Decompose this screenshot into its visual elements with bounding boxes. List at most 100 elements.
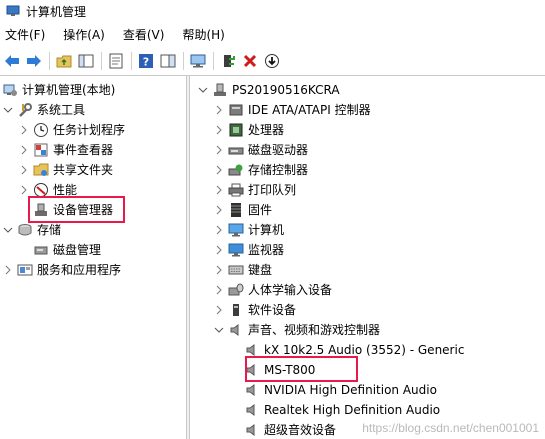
- device-category-label: 人体学输入设备: [248, 283, 333, 297]
- chevron-right-icon[interactable]: [213, 184, 225, 196]
- device-category[interactable]: 存储控制器: [213, 160, 308, 180]
- show-hide-tree-icon[interactable]: [77, 52, 95, 70]
- device-category[interactable]: IDE ATA/ATAPI 控制器: [213, 100, 371, 120]
- tree-label-storage: 存储: [37, 223, 62, 237]
- device-category-label: 声音、视频和游戏控制器: [248, 323, 381, 337]
- title-bar: 计算机管理: [0, 0, 545, 22]
- software-device-icon: [228, 302, 244, 318]
- chevron-right-icon[interactable]: [213, 304, 225, 316]
- chevron-right-icon[interactable]: [18, 124, 30, 136]
- audio-device-label: NVIDIA High Definition Audio: [264, 383, 437, 397]
- device-category-label: 键盘: [248, 263, 273, 277]
- firmware-icon: [228, 202, 244, 218]
- disk-drive-icon: [228, 142, 244, 158]
- tree-item-system-tools[interactable]: 系统工具: [2, 100, 85, 120]
- printer-icon: [228, 182, 244, 198]
- device-category[interactable]: 计算机: [213, 220, 284, 240]
- monitor-scan-icon[interactable]: [189, 52, 207, 70]
- storage-icon: [17, 222, 33, 238]
- tree-item-shared-folders[interactable]: 共享文件夹: [18, 160, 113, 180]
- hid-icon: [228, 282, 244, 298]
- chevron-down-icon[interactable]: [213, 324, 225, 336]
- update-driver-icon[interactable]: [219, 52, 237, 70]
- device-category[interactable]: 磁盘驱动器: [213, 140, 308, 160]
- chevron-right-icon[interactable]: [213, 284, 225, 296]
- navigation-tree: 计算机管理(本地) 系统工具 任务计划程序 事件查看器 共享文件夹 性能 设备管…: [0, 76, 186, 439]
- clock-icon: [33, 122, 49, 138]
- highlight-box-device-manager: [28, 196, 125, 223]
- tree-label-services-apps: 服务和应用程序: [37, 263, 122, 277]
- device-category[interactable]: 键盘: [213, 260, 272, 280]
- tree-item-services-apps[interactable]: 服务和应用程序: [2, 260, 121, 280]
- device-category-label: 磁盘驱动器: [248, 143, 309, 157]
- help-icon[interactable]: ?: [137, 52, 155, 70]
- computer-tower-icon: [212, 82, 228, 98]
- menu-view[interactable]: 查看(V): [120, 25, 170, 45]
- up-folder-icon[interactable]: [55, 52, 73, 70]
- disk-management-icon: [33, 242, 49, 258]
- chevron-right-icon[interactable]: [213, 224, 225, 236]
- device-category[interactable]: 固件: [213, 200, 272, 220]
- device-category-label: 软件设备: [248, 303, 297, 317]
- menu-file[interactable]: 文件(F): [2, 25, 50, 45]
- window-title: 计算机管理: [26, 4, 87, 19]
- device-category-label: 计算机: [248, 223, 285, 237]
- chevron-down-icon[interactable]: [2, 224, 14, 236]
- device-category[interactable]: 处理器: [213, 120, 284, 140]
- tree-item-root[interactable]: 计算机管理(本地): [2, 80, 115, 100]
- chevron-right-icon[interactable]: [213, 264, 225, 276]
- device-category[interactable]: 打印队列: [213, 180, 296, 200]
- chevron-right-icon[interactable]: [18, 164, 30, 176]
- speaker-icon: [244, 422, 260, 438]
- properties-icon[interactable]: [107, 52, 125, 70]
- event-viewer-icon: [33, 142, 49, 158]
- watermark: https://blog.csdn.net/chen001001: [362, 421, 539, 435]
- services-icon: [17, 262, 33, 278]
- toolbar-separator: [183, 52, 184, 70]
- device-category[interactable]: 监视器: [213, 240, 284, 260]
- tree-label-event-viewer: 事件查看器: [53, 143, 114, 157]
- chevron-right-icon[interactable]: [18, 144, 30, 156]
- chevron-right-icon[interactable]: [213, 244, 225, 256]
- chevron-right-icon[interactable]: [213, 104, 225, 116]
- chevron-right-icon[interactable]: [213, 124, 225, 136]
- toolbar-separator: [101, 52, 102, 70]
- tree-label-disk-management: 磁盘管理: [53, 243, 102, 257]
- action-pane-icon[interactable]: [159, 52, 177, 70]
- ide-controller-icon: [228, 102, 244, 118]
- tree-item-disk-management[interactable]: 磁盘管理: [33, 240, 101, 260]
- chevron-right-icon[interactable]: [213, 144, 225, 156]
- device-category-label: IDE ATA/ATAPI 控制器: [248, 103, 371, 117]
- device-tree-root[interactable]: PS20190516KCRA: [197, 80, 340, 100]
- menu-action[interactable]: 操作(A): [60, 25, 110, 45]
- shared-folder-icon: [33, 162, 49, 178]
- device-tree: PS20190516KCRA IDE ATA/ATAPI 控制器 处理器 磁盘驱…: [190, 76, 545, 439]
- device-category-audio[interactable]: 声音、视频和游戏控制器: [213, 320, 380, 340]
- highlight-box-ms-t800: [245, 356, 358, 382]
- device-category[interactable]: 人体学输入设备: [213, 280, 332, 300]
- back-arrow-icon[interactable]: [3, 52, 21, 70]
- tree-item-event-viewer[interactable]: 事件查看器: [18, 140, 113, 160]
- toolbar-separator: [131, 52, 132, 70]
- forward-arrow-icon[interactable]: [25, 52, 43, 70]
- chevron-right-icon[interactable]: [213, 204, 225, 216]
- uninstall-x-icon[interactable]: [241, 52, 259, 70]
- chevron-right-icon[interactable]: [213, 164, 225, 176]
- device-tree-computer-name: PS20190516KCRA: [232, 83, 340, 97]
- toolbar-separator: [213, 52, 214, 70]
- tree-label-shared-folders: 共享文件夹: [53, 163, 114, 177]
- tree-item-storage[interactable]: 存储: [2, 220, 61, 240]
- audio-device-item[interactable]: NVIDIA High Definition Audio: [244, 380, 437, 400]
- chevron-down-icon[interactable]: [197, 84, 209, 96]
- download-arrow-icon[interactable]: [263, 52, 281, 70]
- tree-item-task-scheduler[interactable]: 任务计划程序: [18, 120, 125, 140]
- chevron-right-icon[interactable]: [2, 264, 14, 276]
- chevron-right-icon[interactable]: [18, 184, 30, 196]
- chevron-down-icon[interactable]: [2, 104, 14, 116]
- device-category-label: 固件: [248, 203, 273, 217]
- audio-device-item[interactable]: 超级音效设备: [244, 420, 336, 439]
- audio-device-item[interactable]: Realtek High Definition Audio: [244, 400, 440, 420]
- menu-help[interactable]: 帮助(H): [179, 25, 229, 45]
- device-category[interactable]: 软件设备: [213, 300, 296, 320]
- toolbar: ?: [0, 48, 545, 74]
